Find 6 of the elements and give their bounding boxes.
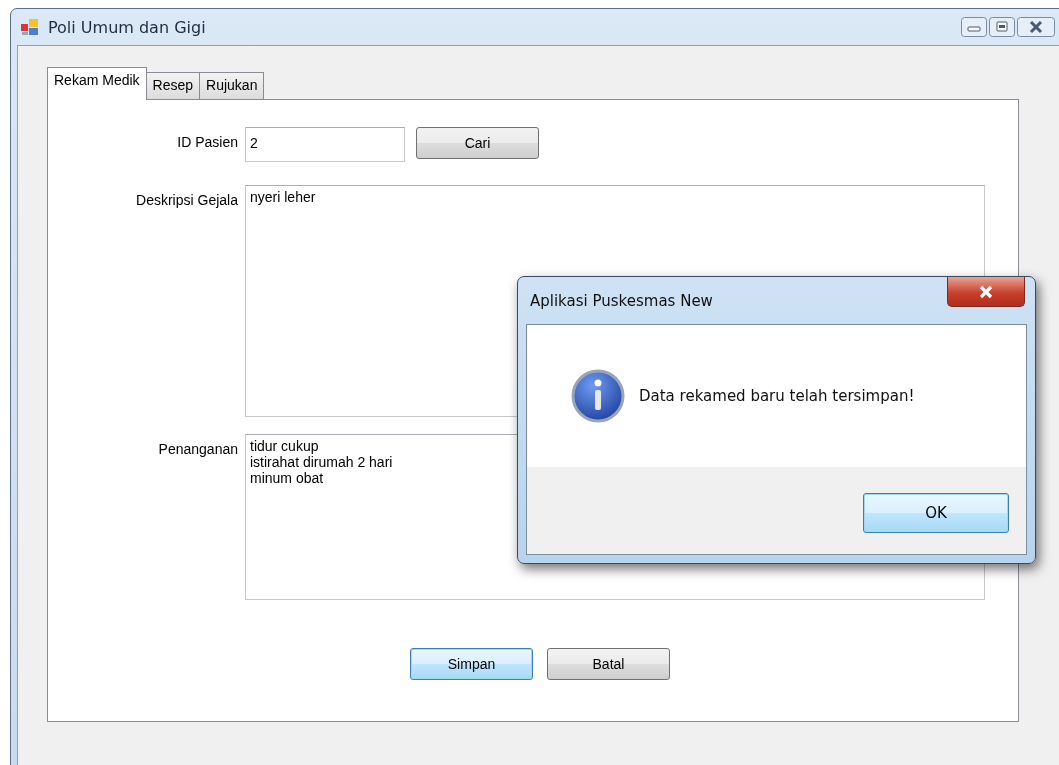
field-label: Penanganan bbox=[158, 440, 238, 459]
field-label: ID Pasien bbox=[177, 133, 238, 152]
window-title: Poli Umum dan Gigi bbox=[48, 17, 206, 37]
dialog-title: Aplikasi Puskesmas New bbox=[530, 291, 713, 310]
dialog-message: Data rekamed baru telah tersimpan! bbox=[639, 387, 915, 405]
field-label: Deskripsi Gejala bbox=[136, 191, 238, 210]
